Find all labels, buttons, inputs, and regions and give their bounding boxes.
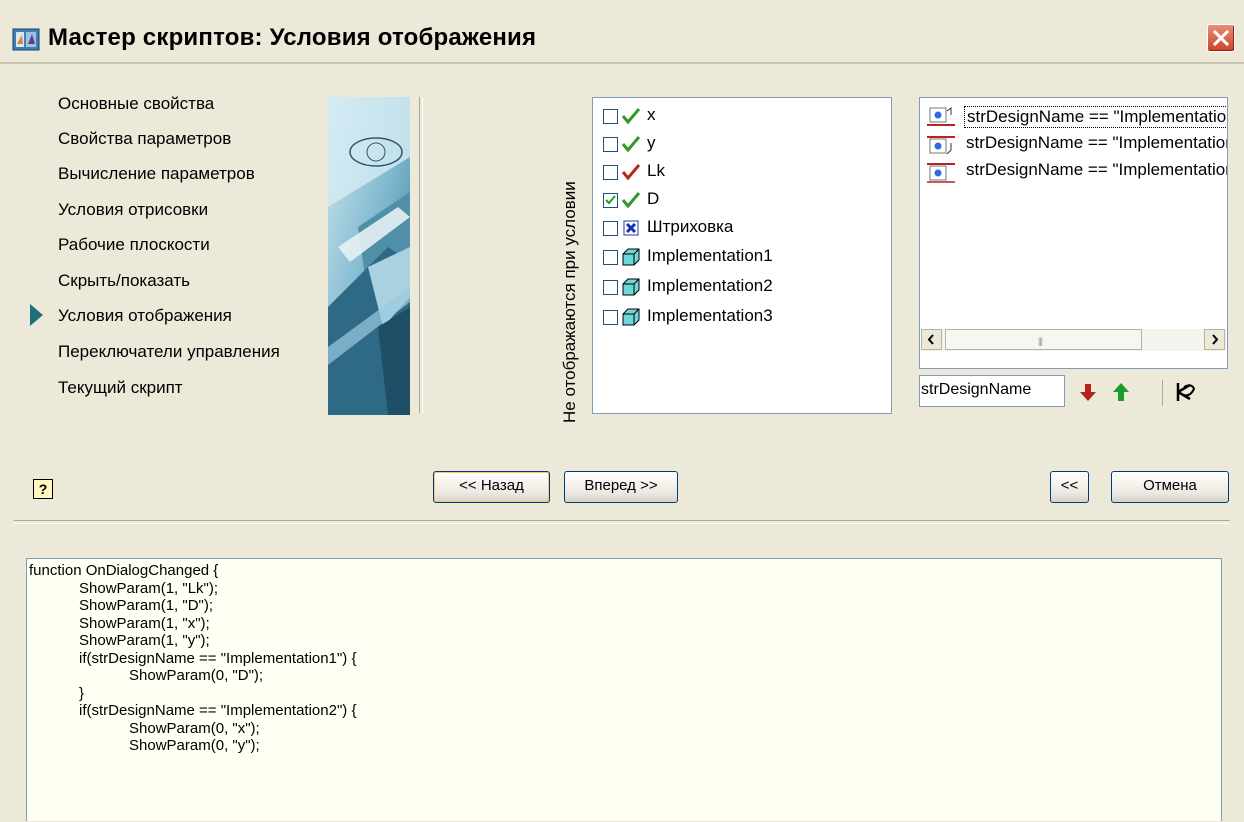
cube-icon [622, 308, 640, 326]
step-hide-show[interactable]: Скрыть/показать [58, 271, 190, 291]
title-bar[interactable]: Мастер скриптов: Условия отображения [0, 0, 1244, 64]
condition-editor-icon[interactable] [1170, 377, 1200, 407]
condition-icon [927, 136, 955, 155]
green-check-icon [621, 136, 641, 153]
step-work-planes[interactable]: Рабочие плоскости [58, 235, 210, 255]
param-checkbox[interactable] [603, 137, 618, 152]
param-label: y [647, 133, 656, 152]
params-hidden-label: Не отображаются при условии [560, 181, 579, 423]
param-label: Штриховка [647, 217, 734, 236]
next-button[interactable]: Вперед >> [564, 471, 678, 503]
param-checkbox[interactable] [603, 310, 618, 325]
step-parameter-properties[interactable]: Свойства параметров [58, 129, 231, 149]
step-parameter-calculation[interactable]: Вычисление параметров [58, 164, 255, 184]
toolbar-separator [1162, 380, 1163, 406]
condition-row[interactable]: strDesignName == "Implementation3" [922, 160, 1227, 184]
condition-row[interactable]: strDesignName == "Implementation2" [922, 133, 1227, 157]
scroll-right-button[interactable] [1204, 329, 1225, 350]
close-icon [1212, 29, 1230, 47]
move-up-arrow-icon[interactable] [1106, 377, 1136, 407]
script-wizard-dialog: Мастер скриптов: Условия отображения Осн… [0, 0, 1244, 822]
green-check-icon [621, 108, 641, 125]
params-list[interactable]: x y Lk D Штриховка Implementation1 Imple… [592, 97, 892, 414]
horizontal-scrollbar[interactable]: ||| [921, 329, 1226, 351]
condition-icon [927, 107, 955, 126]
param-label: D [647, 189, 660, 208]
param-label: Implementation3 [647, 306, 773, 325]
param-checkbox[interactable] [603, 109, 618, 124]
step-basic-properties[interactable]: Основные свойства [58, 94, 214, 114]
scroll-left-button[interactable] [921, 329, 942, 350]
step-display-conditions[interactable]: Условия отображения [58, 306, 232, 326]
param-label: Implementation2 [647, 276, 773, 295]
param-checkbox[interactable] [603, 250, 618, 265]
cube-icon [622, 248, 640, 266]
green-check-icon [621, 192, 641, 209]
help-button[interactable]: ? [33, 479, 53, 499]
cancel-button[interactable]: Отмена [1111, 471, 1229, 503]
condition-label: strDesignName == "Implementation2" [966, 133, 1228, 152]
current-step-arrow-icon [30, 304, 43, 326]
param-label: Implementation1 [647, 246, 773, 265]
close-button[interactable] [1207, 24, 1235, 52]
condition-label: strDesignName == "Implementation1" [964, 106, 1227, 128]
collapse-button[interactable]: << [1050, 471, 1089, 503]
window-title: Мастер скриптов: Условия отображения [48, 24, 537, 51]
param-checkbox-checked[interactable] [603, 193, 618, 208]
back-button[interactable]: << Назад [433, 471, 550, 503]
condition-input[interactable]: strDesignName [919, 375, 1065, 407]
move-down-arrow-icon[interactable] [1073, 377, 1103, 407]
red-check-icon [621, 164, 641, 181]
checkmark-icon [605, 195, 616, 205]
steps-separator [419, 97, 423, 413]
param-checkbox[interactable] [603, 221, 618, 236]
step-drawing-conditions[interactable]: Условия отрисовки [58, 200, 208, 220]
cube-icon [622, 278, 640, 296]
conditions-list[interactable]: strDesignName == "Implementation1" strDe… [919, 97, 1228, 369]
chevron-right-icon [1212, 334, 1219, 345]
script-code-editor[interactable]: function OnDialogChanged { ShowParam(1, … [26, 558, 1222, 821]
condition-icon [927, 163, 955, 183]
wizard-app-icon [12, 28, 40, 51]
param-checkbox[interactable] [603, 280, 618, 295]
horizontal-separator [14, 520, 1230, 524]
param-checkbox[interactable] [603, 165, 618, 180]
step-control-switches[interactable]: Переключатели управления [58, 342, 280, 362]
hatch-x-icon [623, 220, 639, 236]
param-label: x [647, 105, 656, 124]
step-current-script[interactable]: Текущий скрипт [58, 378, 183, 398]
condition-label: strDesignName == "Implementation3" [966, 160, 1228, 179]
param-label: Lk [647, 161, 665, 180]
chevron-left-icon [927, 334, 934, 345]
condition-row[interactable]: strDesignName == "Implementation1" [922, 106, 1227, 130]
script-code-text[interactable]: function OnDialogChanged { ShowParam(1, … [27, 559, 1221, 755]
scroll-thumb[interactable]: ||| [945, 329, 1142, 350]
wizard-banner-image [328, 97, 410, 415]
